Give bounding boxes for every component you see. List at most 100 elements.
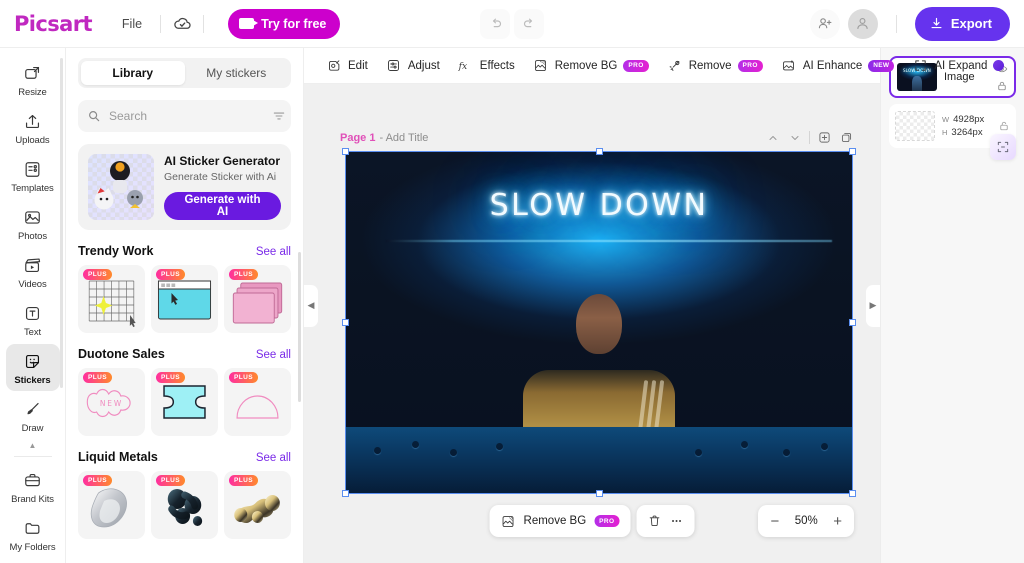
sticker-tile[interactable]: PLUS [224,471,291,540]
sticker-tile[interactable]: PLUS [224,368,291,437]
resize-handle-top-left[interactable] [342,148,349,155]
page-number[interactable]: Page 1 [340,132,375,144]
section-header-trendy-work: Trendy Work See all [78,244,291,258]
file-menu[interactable]: File [114,13,150,35]
stickers-panel: Library My stickers Search AI Sticker Ge… [66,48,304,563]
sidebar-item-photos[interactable]: Photos [6,200,60,247]
tool-effects[interactable]: fx Effects [450,52,523,80]
filter-icon[interactable] [272,109,286,123]
width-value: 4928px [953,114,985,125]
duplicate-page-icon[interactable] [839,130,854,145]
sidebar-label: Text [23,327,42,338]
editor-toolbar: Edit Adjust fx Effects Remove BG PRO Rem… [304,48,1005,84]
ai-enhance-icon [781,58,797,74]
generate-with-ai-button[interactable]: Generate with AI [164,192,281,221]
resize-handle-bottom-left[interactable] [342,490,349,497]
sidebar-item-videos[interactable]: Videos [6,248,60,295]
canvas-image[interactable]: SLOW DOWN [346,152,852,493]
picsart-editor: Picsart File Try for free Export Resize … [0,0,1024,563]
resize-handle-middle-right[interactable] [849,319,856,326]
search-input[interactable] [109,109,264,123]
sidebar-item-stickers[interactable]: Stickers [5,344,60,391]
collapse-right-panel-button[interactable]: ▶ [866,284,880,327]
video-clapper-icon [22,254,44,276]
zoom-out-button[interactable]: − [768,514,781,529]
section-title: Duotone Sales [78,347,165,362]
sticker-tile[interactable]: PLUS [78,471,145,540]
ai-sticker-generator-card[interactable]: AI Sticker Generator Generate Sticker wi… [78,144,291,231]
zoom-value: 50% [794,515,818,527]
resize-handle-top-center[interactable] [595,148,603,155]
sticker-tile[interactable]: PLUS [224,265,291,334]
tab-my-stickers[interactable]: My stickers [185,61,289,85]
sidebar-item-my-folders[interactable]: My Folders [6,511,60,558]
page-title-input[interactable]: - Add Title [379,132,428,144]
plus-badge: PLUS [83,372,112,384]
plus-badge: PLUS [229,269,258,281]
sidebar-item-brand-kits[interactable]: Brand Kits [6,463,60,510]
see-all-link[interactable]: See all [256,452,291,464]
sticker-tile[interactable]: PLUS [151,471,218,540]
tool-edit[interactable]: Edit [318,52,376,80]
pro-badge: PRO [623,59,649,72]
collapse-left-panel-button[interactable]: ◀ [304,284,318,327]
tool-label: AI Enhance [802,59,863,72]
divider [809,131,810,144]
panel-scrollbar[interactable] [298,252,301,402]
more-horizontal-icon[interactable] [669,514,683,528]
selected-image-frame[interactable]: SLOW DOWN [342,148,856,497]
avatar[interactable] [847,8,878,39]
see-all-link[interactable]: See all [256,349,291,361]
tool-remove-bg[interactable]: Remove BG PRO [525,52,657,80]
sidebar-item-text[interactable]: Text [6,296,60,343]
sidebar-item-templates[interactable]: Templates [6,152,60,199]
cloud-check-icon[interactable] [171,13,193,35]
try-for-free-button[interactable]: Try for free [228,8,341,39]
add-page-icon[interactable] [817,130,832,145]
sidebar-item-uploads[interactable]: Uploads [6,104,60,151]
sidebar-item-draw[interactable]: Draw [6,392,60,439]
trash-icon[interactable] [647,514,661,528]
resize-handle-bottom-right[interactable] [849,490,856,497]
rail-scrollbar[interactable] [60,58,63,388]
height-key: H [942,128,948,137]
chevron-down-icon[interactable] [787,130,802,145]
panel-scroll-area[interactable]: AI Sticker Generator Generate Sticker wi… [66,132,303,563]
resize-arrows-icon[interactable] [990,134,1016,160]
picsart-logo[interactable]: Picsart [14,12,93,36]
tool-remove[interactable]: Remove PRO [659,52,771,80]
resize-handle-top-right[interactable] [849,148,856,155]
chevron-up-icon[interactable]: ▲ [29,441,37,450]
canvas-dimensions: W 4928px H 3264px [942,114,990,138]
canvas-area[interactable]: Edit Adjust fx Effects Remove BG PRO Rem… [304,48,1005,563]
tool-ai-enhance[interactable]: AI Enhance NEW [773,52,903,80]
sticker-tile[interactable]: PLUS [78,265,145,334]
resize-icon [22,62,44,84]
tool-adjust[interactable]: Adjust [378,52,448,80]
sticker-tile[interactable]: PLUS [151,368,218,437]
sticker-tile[interactable]: PLUS [151,265,218,334]
floating-remove-bg-button[interactable]: Remove BG PRO [489,505,631,537]
export-button[interactable]: Export [914,6,1010,41]
see-all-link[interactable]: See all [256,246,291,258]
ai-badge-dot [993,60,1005,71]
sticker-tile[interactable]: PLUS NEW [78,368,145,437]
redo-button[interactable] [514,8,544,39]
tool-ai-expand[interactable]: AI Expand [904,52,1012,80]
tool-label: Edit [348,59,368,72]
add-user-icon[interactable] [809,8,840,39]
zoom-control: − 50% + [758,505,854,537]
lock-icon[interactable] [997,120,1010,133]
search-bar [78,100,291,132]
fx-icon: fx [458,58,474,74]
zoom-in-button[interactable]: + [831,514,844,529]
chevron-up-icon[interactable] [765,130,780,145]
resize-handle-middle-left[interactable] [342,319,349,326]
sidebar-item-resize[interactable]: Resize [6,56,60,103]
undo-button[interactable] [480,8,510,39]
sidebar-label: Resize [18,87,47,98]
lock-icon[interactable] [995,79,1008,92]
resize-handle-bottom-center[interactable] [595,490,603,497]
search-icon [87,109,101,123]
tab-library[interactable]: Library [81,61,185,85]
